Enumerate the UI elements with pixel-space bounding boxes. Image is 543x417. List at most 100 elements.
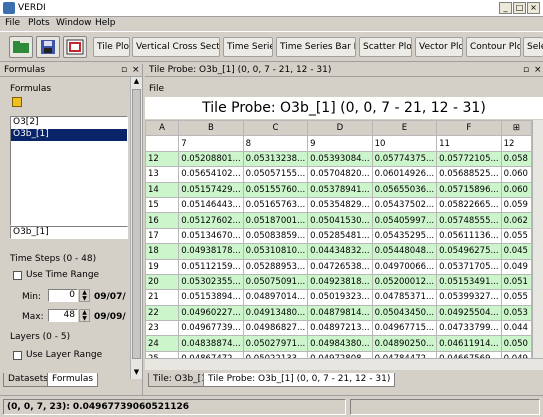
row-header-cell[interactable]: 15 xyxy=(145,196,180,214)
max-spinner-arrows-icon[interactable]: ▲ ▼ xyxy=(79,309,90,322)
table-cell[interactable]: 0.04867472... xyxy=(178,350,244,358)
select-button[interactable]: Select xyxy=(523,37,543,57)
table-cell[interactable]: 0.05715896... xyxy=(436,181,502,198)
vertical-cross-section-button[interactable]: Vertical Cross Section xyxy=(132,37,220,57)
table-cell[interactable]: 0.05153894... xyxy=(178,289,244,306)
table-cell[interactable]: 0.062 xyxy=(500,212,532,229)
close-icon[interactable]: × xyxy=(527,2,540,14)
row-header-cell[interactable]: 14 xyxy=(145,181,180,198)
table-cell[interactable]: 0.051 xyxy=(500,273,532,291)
tile-plot-button[interactable]: Tile Plot xyxy=(93,37,130,57)
table-cell[interactable]: 0.05075091... xyxy=(242,273,309,291)
table-cell[interactable]: 0.05393084... xyxy=(307,150,373,168)
row-header-cell[interactable]: 17 xyxy=(145,227,180,245)
menu-plots[interactable]: Plots xyxy=(28,18,50,28)
formula-item[interactable]: O3[2] xyxy=(11,117,127,129)
table-cell[interactable]: 7 xyxy=(178,135,244,152)
row-header-cell[interactable]: 25 xyxy=(145,350,180,358)
table-cell[interactable]: 0.05027971... xyxy=(242,335,309,352)
table-cell[interactable]: 0.04967739... xyxy=(178,320,244,337)
table-cell[interactable]: 0.04785371... xyxy=(371,289,438,306)
tab-tile-probe[interactable]: Tile Probe: O3b_[1] (0, 0, 7 - 21, 12 - … xyxy=(203,373,396,387)
table-cell[interactable]: 0.04960227... xyxy=(178,304,244,322)
column-header[interactable]: F xyxy=(436,120,502,137)
table-horizontal-scrollbar[interactable] xyxy=(145,358,543,370)
vector-plot-button[interactable]: Vector Plot xyxy=(415,37,463,57)
table-cell[interactable]: 12 xyxy=(500,135,532,152)
row-header-cell[interactable]: 13 xyxy=(145,166,180,183)
table-vertical-scrollbar[interactable] xyxy=(532,120,543,358)
table-cell[interactable]: 0.05155760... xyxy=(242,181,309,198)
row-header-cell[interactable]: 21 xyxy=(145,289,180,306)
contour-plot-button[interactable]: Contour Plot xyxy=(466,37,521,57)
table-cell[interactable]: 0.05655036... xyxy=(371,181,438,198)
table-cell[interactable]: 0.05041530... xyxy=(307,212,373,229)
table-cell[interactable]: 0.05019323... xyxy=(307,289,373,306)
table-cell[interactable]: 0.05688525... xyxy=(436,166,502,183)
formula-list[interactable]: O3[2] O3b_[1] xyxy=(10,116,128,226)
table-cell[interactable]: 0.04611914... xyxy=(436,335,502,352)
table-cell[interactable]: 0.04890250... xyxy=(371,335,438,352)
table-cell[interactable]: 0.05748555... xyxy=(436,212,502,229)
table-cell[interactable]: 0.05146443... xyxy=(178,196,244,214)
table-cell[interactable]: 0.04938178... xyxy=(178,243,244,260)
table-cell[interactable]: 9 xyxy=(307,135,373,152)
table-cell[interactable]: 0.04838874... xyxy=(178,335,244,352)
table-cell[interactable]: 0.05772105... xyxy=(436,150,502,168)
row-header-cell[interactable]: 12 xyxy=(145,150,180,168)
table-cell[interactable]: 0.05157429... xyxy=(178,181,244,198)
table-cell[interactable]: 0.05313238... xyxy=(242,150,309,168)
file-menu[interactable]: File xyxy=(149,84,164,94)
table-cell[interactable]: 0.04434832... xyxy=(307,243,373,260)
maximize-icon[interactable]: □ xyxy=(513,2,526,14)
table-cell[interactable]: 0.055 xyxy=(500,227,532,245)
table-cell[interactable]: 0.049 xyxy=(500,258,532,275)
table-cell[interactable]: 0.05371705... xyxy=(436,258,502,275)
table-cell[interactable]: 0.04984380... xyxy=(307,335,373,352)
table-cell[interactable]: 0.04967715... xyxy=(371,320,438,337)
table-cell[interactable]: 0.04879814... xyxy=(307,304,373,322)
table-cell[interactable]: 0.05285481... xyxy=(307,227,373,245)
table-cell[interactable]: 0.05022133... xyxy=(242,350,309,358)
table-cell[interactable]: 0.04925504... xyxy=(436,304,502,322)
save-disk-icon[interactable] xyxy=(36,36,60,58)
row-header-cell[interactable]: 22 xyxy=(145,304,180,322)
table-cell[interactable]: 0.05654102... xyxy=(178,166,244,183)
table-cell[interactable]: 0.05437502... xyxy=(371,196,438,214)
tab-formulas[interactable]: Formulas xyxy=(47,373,99,387)
table-cell[interactable]: 0.05354829... xyxy=(307,196,373,214)
table-cell[interactable]: 0.05448048... xyxy=(371,243,438,260)
table-cell[interactable]: 0.05405997... xyxy=(371,212,438,229)
panel-close-icon[interactable]: × xyxy=(534,64,542,76)
row-header-cell[interactable]: 16 xyxy=(145,212,180,229)
column-header[interactable]: B xyxy=(178,120,244,137)
table-cell[interactable]: 0.05310810... xyxy=(242,243,309,260)
scroll-down-icon[interactable]: ▼ xyxy=(131,368,142,379)
table-cell[interactable]: 0.05435295... xyxy=(371,227,438,245)
table-cell[interactable]: 0.060 xyxy=(500,181,532,198)
scroll-thumb[interactable] xyxy=(132,89,141,359)
table-cell[interactable]: 0.05208801... xyxy=(178,150,244,168)
column-header[interactable]: E xyxy=(371,120,438,137)
table-cell[interactable]: 0.05399327... xyxy=(436,289,502,306)
max-spinner-input[interactable]: 48 xyxy=(48,309,78,322)
table-cell[interactable]: 0.05057155... xyxy=(242,166,309,183)
table-cell[interactable]: 0.05822665... xyxy=(436,196,502,214)
table-cell[interactable]: 0.05083859... xyxy=(242,227,309,245)
formula-item-selected[interactable]: O3b_[1] xyxy=(11,129,127,141)
minimize-icon[interactable]: _ xyxy=(499,2,512,14)
table-cell[interactable]: 0.05378941... xyxy=(307,181,373,198)
table-cell[interactable]: 0.05302355... xyxy=(178,273,244,291)
panel-minimize-icon[interactable]: ▫ xyxy=(121,64,127,76)
table-cell[interactable]: 0.04913480... xyxy=(242,304,309,322)
table-cell[interactable]: 0.05112159... xyxy=(178,258,244,275)
table-cell[interactable]: 0.04667569... xyxy=(436,350,502,358)
column-header[interactable]: C xyxy=(242,120,309,137)
panel-minimize-icon[interactable]: ▫ xyxy=(523,64,529,76)
table-cell[interactable]: 0.044 xyxy=(500,320,532,337)
table-cell[interactable]: 0.04897014... xyxy=(242,289,309,306)
tab-datasets[interactable]: Datasets xyxy=(3,373,53,387)
row-header-cell[interactable] xyxy=(145,135,180,152)
table-cell[interactable]: 0.053 xyxy=(500,304,532,322)
table-cell[interactable]: 0.05187001... xyxy=(242,212,309,229)
